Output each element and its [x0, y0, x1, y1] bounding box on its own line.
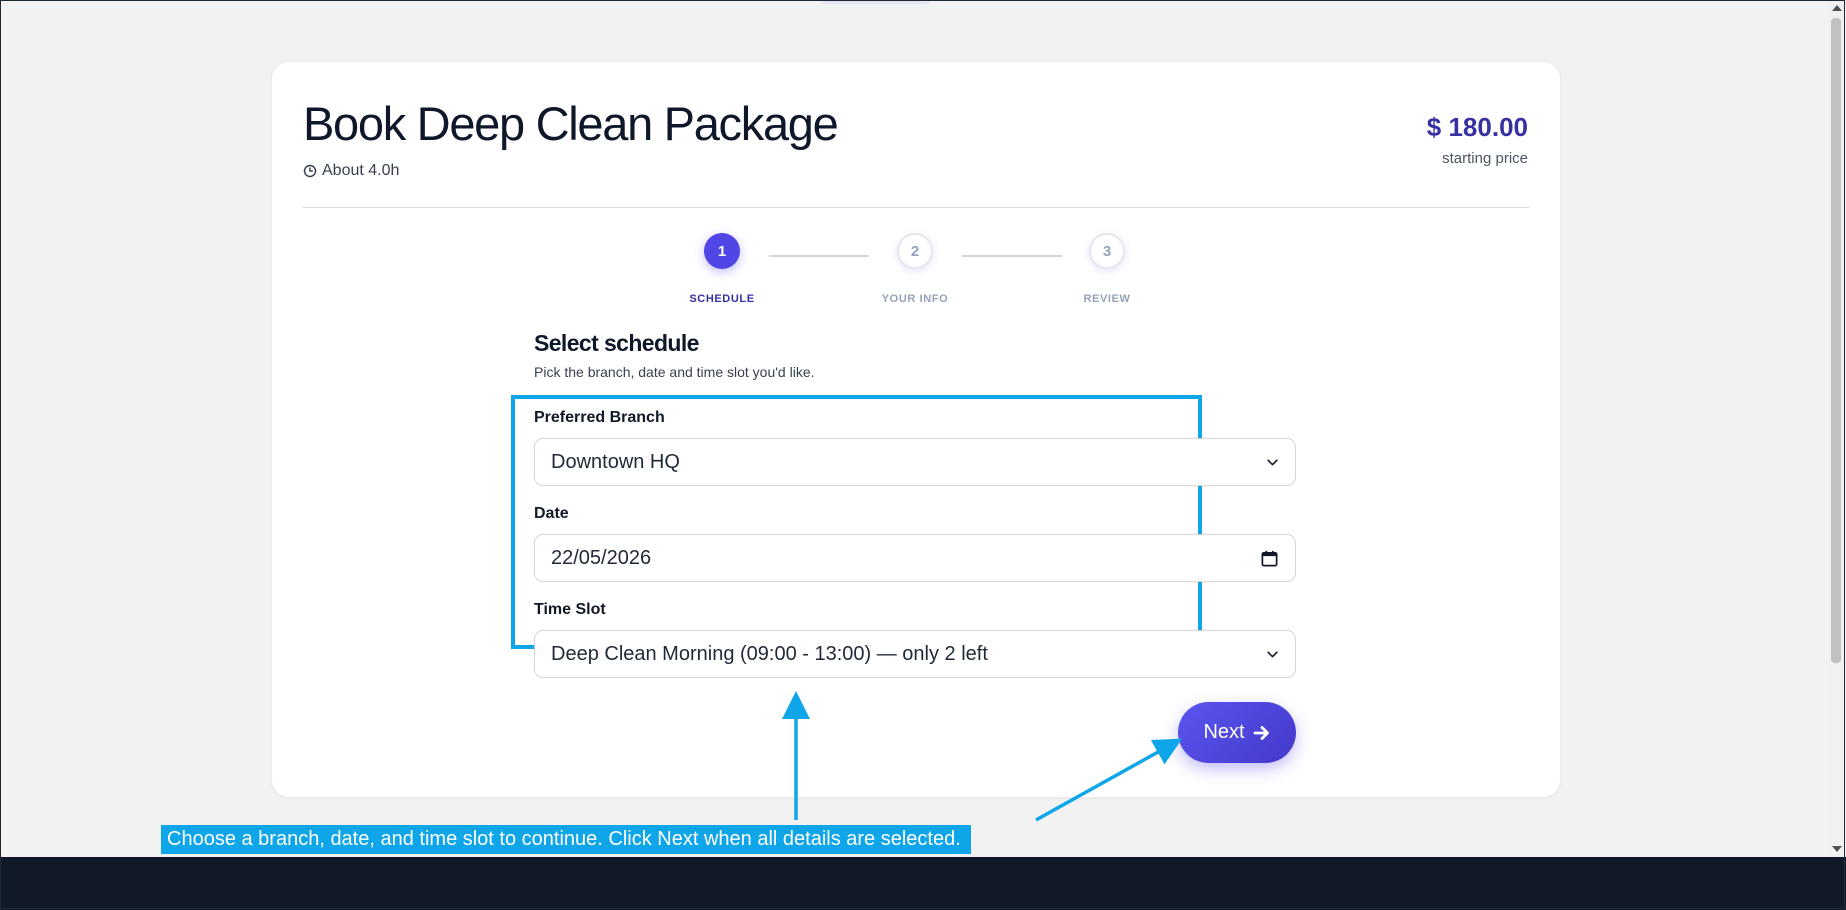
annotation-arrows	[782, 691, 1183, 822]
arrow-to-next-button	[1035, 738, 1183, 822]
scrollbar-thumb[interactable]	[1831, 18, 1841, 663]
vertical-scrollbar[interactable]	[1828, 0, 1845, 857]
scroll-up-arrow-icon[interactable]	[1832, 5, 1842, 11]
scroll-down-arrow-icon[interactable]	[1832, 846, 1842, 852]
taskbar	[0, 857, 1846, 910]
annotation-hint: Choose a branch, date, and time slot to …	[161, 825, 971, 854]
